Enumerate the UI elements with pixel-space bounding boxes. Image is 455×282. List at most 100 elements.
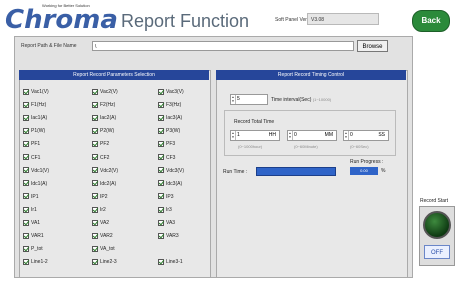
parameter-checkbox[interactable]: Vdc3(V) bbox=[158, 167, 184, 175]
parameter-checkbox[interactable]: VA1 bbox=[23, 219, 40, 227]
checkbox-checked-icon[interactable] bbox=[23, 127, 29, 134]
record-off-toggle[interactable]: OFF bbox=[424, 245, 450, 259]
parameter-checkbox[interactable]: Ir3 bbox=[158, 206, 172, 214]
interval-value: 5 bbox=[237, 96, 240, 102]
spinner-arrows-icon[interactable]: ▲ ▼ bbox=[288, 131, 293, 140]
checkbox-checked-icon[interactable] bbox=[92, 114, 98, 121]
parameter-checkbox[interactable]: VAR3 bbox=[158, 232, 179, 240]
parameter-checkbox[interactable]: Line2-3 bbox=[92, 258, 117, 266]
checkbox-checked-icon[interactable] bbox=[23, 245, 29, 252]
checkbox-checked-icon[interactable] bbox=[158, 258, 164, 265]
checkbox-checked-icon[interactable] bbox=[158, 232, 164, 239]
mm-input[interactable]: ▲ ▼ 0 MM bbox=[287, 130, 337, 141]
parameter-checkbox[interactable]: Iac3(A) bbox=[158, 114, 182, 122]
checkbox-checked-icon[interactable] bbox=[158, 219, 164, 226]
checkbox-checked-icon[interactable] bbox=[158, 114, 164, 121]
parameter-checkbox[interactable]: Line3-1 bbox=[158, 258, 183, 266]
parameter-checkbox[interactable]: Vac1(V) bbox=[23, 88, 49, 96]
hh-value: 1 bbox=[237, 132, 240, 138]
checkbox-checked-icon[interactable] bbox=[23, 114, 29, 121]
checkbox-checked-icon[interactable] bbox=[158, 167, 164, 174]
parameter-checkbox[interactable]: Iac2(A) bbox=[92, 114, 116, 122]
parameter-checkbox[interactable]: P2(W) bbox=[92, 127, 114, 135]
spinner-arrows-icon[interactable]: ▲ ▼ bbox=[344, 131, 349, 140]
parameter-checkbox[interactable]: F1(Hz) bbox=[23, 101, 46, 109]
checkbox-checked-icon[interactable] bbox=[158, 101, 164, 108]
checkbox-checked-icon[interactable] bbox=[23, 206, 29, 213]
checkbox-checked-icon[interactable] bbox=[92, 258, 98, 265]
parameter-checkbox-label: VA2 bbox=[100, 220, 110, 226]
browse-button[interactable]: Browse bbox=[357, 40, 388, 52]
parameter-checkbox[interactable]: PF3 bbox=[158, 140, 175, 148]
checkbox-checked-icon[interactable] bbox=[92, 219, 98, 226]
parameter-checkbox[interactable]: VAR1 bbox=[23, 232, 44, 240]
page-title: Report Function bbox=[121, 11, 250, 31]
parameter-checkbox[interactable]: IP1 bbox=[23, 193, 39, 201]
parameter-checkbox[interactable]: Iac1(A) bbox=[23, 114, 47, 122]
checkbox-checked-icon[interactable] bbox=[23, 258, 29, 265]
parameter-checkbox[interactable]: IP3 bbox=[158, 193, 174, 201]
checkbox-checked-icon[interactable] bbox=[23, 88, 29, 95]
ss-input[interactable]: ▲ ▼ 0 SS bbox=[343, 130, 389, 141]
checkbox-checked-icon[interactable] bbox=[158, 193, 164, 200]
parameter-checkbox[interactable]: F2(Hz) bbox=[92, 101, 115, 109]
report-path-input[interactable]: \ bbox=[92, 41, 354, 51]
checkbox-checked-icon[interactable] bbox=[23, 101, 29, 108]
parameter-checkbox[interactable]: Line1-2 bbox=[23, 258, 48, 266]
spinner-arrows-icon[interactable]: ▲ ▼ bbox=[231, 131, 236, 140]
parameter-checkbox[interactable]: Vac3(V) bbox=[158, 88, 184, 96]
parameter-checkbox[interactable]: Vac2(V) bbox=[92, 88, 118, 96]
back-button[interactable]: Back bbox=[412, 10, 450, 32]
checkbox-checked-icon[interactable] bbox=[92, 245, 98, 252]
checkbox-checked-icon[interactable] bbox=[23, 193, 29, 200]
parameter-checkbox[interactable]: VAR2 bbox=[92, 232, 113, 240]
parameter-checkbox[interactable]: CF1 bbox=[23, 154, 40, 162]
checkbox-checked-icon[interactable] bbox=[23, 167, 29, 174]
spinner-arrows-icon[interactable]: ▲ ▼ bbox=[231, 95, 236, 104]
checkbox-checked-icon[interactable] bbox=[92, 154, 98, 161]
checkbox-checked-icon[interactable] bbox=[158, 154, 164, 161]
interval-input[interactable]: ▲ ▼ 5 bbox=[230, 94, 268, 105]
checkbox-checked-icon[interactable] bbox=[92, 141, 98, 148]
parameter-checkbox[interactable]: P_tot bbox=[23, 245, 43, 253]
interval-range-hint: (1~10000) bbox=[312, 97, 332, 102]
checkbox-checked-icon[interactable] bbox=[92, 101, 98, 108]
parameter-checkbox[interactable]: PF2 bbox=[92, 140, 109, 148]
parameter-checkbox[interactable]: VA2 bbox=[92, 219, 109, 227]
checkbox-checked-icon[interactable] bbox=[158, 88, 164, 95]
checkbox-checked-icon[interactable] bbox=[92, 232, 98, 239]
parameter-checkbox[interactable]: F3(Hz) bbox=[158, 101, 181, 109]
checkbox-checked-icon[interactable] bbox=[92, 193, 98, 200]
parameter-checkbox[interactable]: VA3 bbox=[158, 219, 175, 227]
checkbox-checked-icon[interactable] bbox=[92, 127, 98, 134]
checkbox-checked-icon[interactable] bbox=[23, 154, 29, 161]
parameter-checkbox[interactable]: Idc2(A) bbox=[92, 180, 116, 188]
parameter-checkbox[interactable]: Vdc2(V) bbox=[92, 167, 118, 175]
parameter-checkbox[interactable]: P3(W) bbox=[158, 127, 180, 135]
parameter-checkbox[interactable]: VA_tot bbox=[92, 245, 115, 253]
parameter-checkbox[interactable]: Vdc1(V) bbox=[23, 167, 49, 175]
checkbox-checked-icon[interactable] bbox=[158, 141, 164, 148]
parameter-checkbox[interactable]: CF2 bbox=[92, 154, 109, 162]
checkbox-checked-icon[interactable] bbox=[92, 167, 98, 174]
checkbox-checked-icon[interactable] bbox=[158, 127, 164, 134]
parameter-checkbox[interactable]: Idc1(A) bbox=[23, 180, 47, 188]
parameter-checkbox[interactable]: Ir2 bbox=[92, 206, 106, 214]
parameter-checkbox[interactable]: P1(W) bbox=[23, 127, 45, 135]
parameter-checkbox[interactable]: IP2 bbox=[92, 193, 108, 201]
parameter-checkbox[interactable]: CF3 bbox=[158, 154, 175, 162]
checkbox-checked-icon[interactable] bbox=[23, 219, 29, 226]
hh-input[interactable]: ▲ ▼ 1 HH bbox=[230, 130, 280, 141]
parameter-checkbox[interactable]: Idc3(A) bbox=[158, 180, 182, 188]
parameter-checkbox[interactable]: Ir1 bbox=[23, 206, 37, 214]
record-start-button[interactable] bbox=[423, 211, 451, 239]
checkbox-checked-icon[interactable] bbox=[92, 88, 98, 95]
checkbox-checked-icon[interactable] bbox=[92, 206, 98, 213]
checkbox-checked-icon[interactable] bbox=[23, 232, 29, 239]
checkbox-checked-icon[interactable] bbox=[158, 206, 164, 213]
checkbox-checked-icon[interactable] bbox=[23, 141, 29, 148]
checkbox-checked-icon[interactable] bbox=[23, 180, 29, 187]
checkbox-checked-icon[interactable] bbox=[92, 180, 98, 187]
checkbox-checked-icon[interactable] bbox=[158, 180, 164, 187]
parameter-checkbox[interactable]: PF1 bbox=[23, 140, 40, 148]
